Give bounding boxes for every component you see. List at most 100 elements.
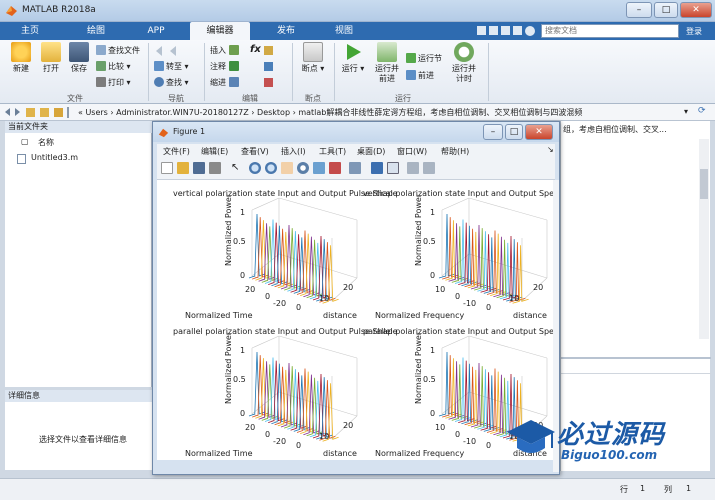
tab-plots[interactable]: 绘图 (64, 22, 128, 40)
pointer-icon[interactable]: ↖ (231, 162, 243, 174)
print-icon[interactable] (209, 162, 221, 174)
open-file-icon[interactable] (177, 162, 189, 174)
subplot-2[interactable]: vertical polarization state Input and Ou… (363, 189, 578, 320)
run-and-advance-button[interactable]: 运行并 前进 (372, 42, 402, 84)
figure-title-bar: Figure 1 – □ ✕ (153, 122, 559, 142)
legend-icon[interactable] (387, 162, 399, 174)
editor-tab-title[interactable]: 组，考虑自相位调制、交叉... (563, 124, 667, 135)
z-tick-label: 0 (430, 409, 435, 418)
close-button[interactable]: ✕ (680, 2, 712, 18)
data-cursor-icon[interactable] (313, 162, 325, 174)
colorbar-icon[interactable] (371, 162, 383, 174)
menu-help[interactable]: 帮助(H) (441, 146, 469, 157)
find-button[interactable]: 查找 ▾ (154, 77, 189, 89)
save-button[interactable]: 保存 (64, 42, 94, 74)
nav-arrows-icon[interactable] (154, 45, 188, 57)
subplot-1[interactable]: vertical polarization state Input and Ou… (173, 189, 398, 320)
save-icon[interactable] (193, 162, 205, 174)
file-name: Untitled3.m (31, 153, 79, 162)
menu-view[interactable]: 查看(V) (241, 146, 269, 157)
dock-icon[interactable]: ↘ (547, 145, 554, 154)
minimize-button[interactable]: – (626, 2, 652, 18)
y-axis-label: distance (323, 449, 357, 458)
indent-button[interactable]: 缩进 (210, 77, 241, 89)
new-button[interactable]: 新建 (6, 42, 36, 74)
browse-icon[interactable]: ⟳ (698, 106, 706, 116)
row-label: 行 (620, 485, 628, 494)
status-bar: 行 1 列 1 (0, 478, 715, 500)
show-plot-tools-icon[interactable] (423, 162, 435, 174)
breakpoints-button[interactable]: 断点 ▾ (298, 42, 328, 74)
hide-plot-tools-icon[interactable] (407, 162, 419, 174)
plot-area[interactable]: vertical polarization state Input and Ou… (157, 180, 578, 460)
brush-icon[interactable] (329, 162, 341, 174)
menu-desktop[interactable]: 桌面(D) (357, 146, 385, 157)
y-tick-label: 0 (296, 303, 301, 312)
file-list-item[interactable]: Untitled3.m (17, 153, 147, 165)
fx-button[interactable]: fx (250, 44, 261, 55)
pane-divider[interactable] (561, 357, 711, 359)
figure-canvas[interactable]: vertical polarization state Input and Ou… (157, 180, 578, 460)
print-button[interactable]: 打印 ▾ (96, 77, 131, 89)
graduation-cap-icon (507, 420, 555, 453)
tab-view[interactable]: 视图 (316, 22, 372, 40)
run-section-button[interactable]: 运行节 (406, 53, 442, 65)
current-folder-pane: 当前文件夹 ▢ 名称 Untitled3.m (5, 121, 152, 387)
insert-button[interactable]: 插入 (210, 45, 241, 57)
figure-minimize-button[interactable]: – (483, 124, 503, 140)
advance-button[interactable]: 前进 (406, 70, 434, 82)
tab-home[interactable]: 主页 (4, 22, 56, 40)
menu-insert[interactable]: 插入(I) (281, 146, 306, 157)
address-dropdown-icon[interactable]: ▾ (684, 107, 688, 116)
watermark-url: Biguo100.com (561, 448, 658, 462)
editor-scrollbar[interactable] (699, 139, 709, 339)
goto-icon (154, 61, 164, 71)
compare-button[interactable]: 比较 ▾ (96, 61, 131, 73)
figure-close-button[interactable]: ✕ (525, 124, 553, 140)
name-column-header[interactable]: 名称 (38, 137, 54, 148)
open-button[interactable]: 打开 (36, 42, 66, 74)
search-docs-input[interactable]: 搜索文档 (541, 24, 679, 38)
link-plot-icon[interactable] (349, 162, 361, 174)
zoom-out-icon[interactable] (265, 162, 277, 174)
axis-line (251, 335, 280, 349)
address-path[interactable]: « Users › Administrator.WIN7U-20180127Z … (78, 107, 582, 118)
collapse-icon[interactable]: ▢ (21, 137, 29, 146)
address-bar[interactable]: « Users › Administrator.WIN7U-20180127Z … (0, 104, 715, 121)
tab-editor[interactable]: 编辑器 (190, 22, 250, 40)
nav-buttons-icon[interactable] (4, 107, 74, 118)
run-button[interactable]: 运行 ▾ (338, 42, 368, 74)
ribbon-separator (334, 43, 335, 101)
pan-icon[interactable] (281, 162, 293, 174)
run-and-time-button[interactable]: 运行并 计时 (448, 42, 480, 84)
figure-maximize-button[interactable]: □ (505, 124, 523, 140)
find-files-button[interactable]: 查找文件 (96, 45, 140, 57)
comment-button[interactable]: 注释 (210, 61, 241, 73)
z-tick-label: 0.5 (423, 237, 436, 246)
window-title: MATLAB R2018a (22, 5, 96, 15)
goto-button[interactable]: 转至 ▾ (154, 61, 189, 73)
axis-line (278, 197, 358, 221)
menu-file[interactable]: 文件(F) (163, 146, 190, 157)
figure-window: Figure 1 – □ ✕ 文件(F) 编辑(E) 查看(V) 插入(I) 工… (152, 121, 578, 475)
edit-tool-icons[interactable] (264, 44, 274, 92)
login-link[interactable]: 登录 (686, 26, 702, 37)
menu-window[interactable]: 窗口(W) (397, 146, 427, 157)
comment-icon (228, 61, 239, 71)
maximize-button[interactable]: □ (654, 2, 678, 18)
rotate-3d-icon[interactable] (297, 162, 309, 174)
x-tick-label: 0 (265, 292, 270, 301)
zoom-in-icon[interactable] (249, 162, 261, 174)
pane-divider (561, 373, 711, 374)
find-files-icon (96, 45, 106, 55)
menu-tools[interactable]: 工具(T) (319, 146, 346, 157)
new-figure-icon[interactable] (161, 162, 173, 174)
scrollbar-thumb[interactable] (700, 169, 708, 199)
menu-edit[interactable]: 编辑(E) (201, 146, 228, 157)
tab-apps[interactable]: APP (128, 22, 184, 40)
axis-line (251, 197, 280, 211)
quick-access-icons[interactable] (477, 25, 537, 37)
x-tick-label: 0 (455, 430, 460, 439)
subplot-3[interactable]: parallel polarization state Input and Ou… (173, 327, 398, 458)
tab-publish[interactable]: 发布 (256, 22, 316, 40)
